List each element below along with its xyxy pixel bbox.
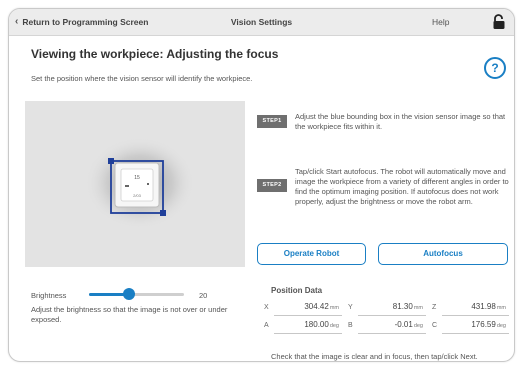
footer-instruction: Check that the image is clear and in foc… xyxy=(271,352,478,361)
underline xyxy=(274,333,342,334)
position-row: A 180.00deg B -0.01deg C 176.59deg xyxy=(264,319,509,334)
help-link[interactable]: Help xyxy=(432,17,449,27)
position-label: C xyxy=(432,322,438,329)
underline xyxy=(358,315,426,316)
workpiece-label-bottom: 2/03 xyxy=(133,193,142,198)
question-circle-icon[interactable]: ? xyxy=(484,57,506,79)
workpiece-label-top: 15 xyxy=(134,175,140,181)
brightness-label: Brightness xyxy=(31,291,67,300)
underline xyxy=(358,333,426,334)
vision-sensor-image[interactable]: 15 2/03 xyxy=(25,101,245,267)
position-a: A 180.00deg xyxy=(264,319,342,334)
position-label: Z xyxy=(432,304,437,311)
operate-robot-button[interactable]: Operate Robot xyxy=(257,243,366,265)
workpiece-mark xyxy=(147,183,149,185)
step2-text: Tap/click Start autofocus. The robot wil… xyxy=(295,167,509,206)
position-value: 431.98mm xyxy=(471,302,506,311)
position-label: B xyxy=(348,322,353,329)
slider-knob[interactable] xyxy=(122,288,135,300)
position-label: Y xyxy=(348,304,353,311)
autofocus-button[interactable]: Autofocus xyxy=(378,243,508,265)
top-bar: ‹ Return to Programming Screen Vision Se… xyxy=(9,9,514,36)
vision-settings-window: ‹ Return to Programming Screen Vision Se… xyxy=(8,8,515,362)
position-value: 180.00deg xyxy=(304,320,339,329)
underline xyxy=(442,315,509,316)
position-z: Z 431.98mm xyxy=(432,301,509,316)
position-b: B -0.01deg xyxy=(348,319,426,334)
page-subtitle: Set the position where the vision sensor… xyxy=(31,74,253,83)
step1-text: Adjust the blue bounding box in the visi… xyxy=(295,112,506,131)
lock-icon[interactable] xyxy=(492,14,506,30)
position-label: A xyxy=(264,322,269,329)
brightness-hint: Adjust the brightness so that the image … xyxy=(31,305,228,324)
underline xyxy=(442,333,509,334)
workpiece-mark xyxy=(125,185,129,187)
position-value: 81.30mm xyxy=(392,302,423,311)
position-x: X 304.42mm xyxy=(264,301,342,316)
page-heading: Viewing the workpiece: Adjusting the foc… xyxy=(31,47,279,61)
position-y: Y 81.30mm xyxy=(348,301,426,316)
step1-badge: STEP1 xyxy=(257,115,287,128)
position-c: C 176.59deg xyxy=(432,319,509,334)
brightness-value: 20 xyxy=(199,291,208,300)
bounding-box-handle-bottom-right[interactable] xyxy=(160,210,166,216)
step2-badge: STEP2 xyxy=(257,179,287,192)
position-data-title: Position Data xyxy=(271,286,323,295)
position-value: 176.59deg xyxy=(471,320,506,329)
position-value: 304.42mm xyxy=(304,302,339,311)
position-row: X 304.42mm Y 81.30mm Z 431.98mm xyxy=(264,301,509,316)
position-value: -0.01deg xyxy=(394,320,423,329)
bounding-box-handle-top-left[interactable] xyxy=(108,158,114,164)
camera-view: 15 2/03 xyxy=(25,101,245,267)
brightness-slider[interactable] xyxy=(89,288,184,300)
position-label: X xyxy=(264,304,269,311)
underline xyxy=(274,315,342,316)
